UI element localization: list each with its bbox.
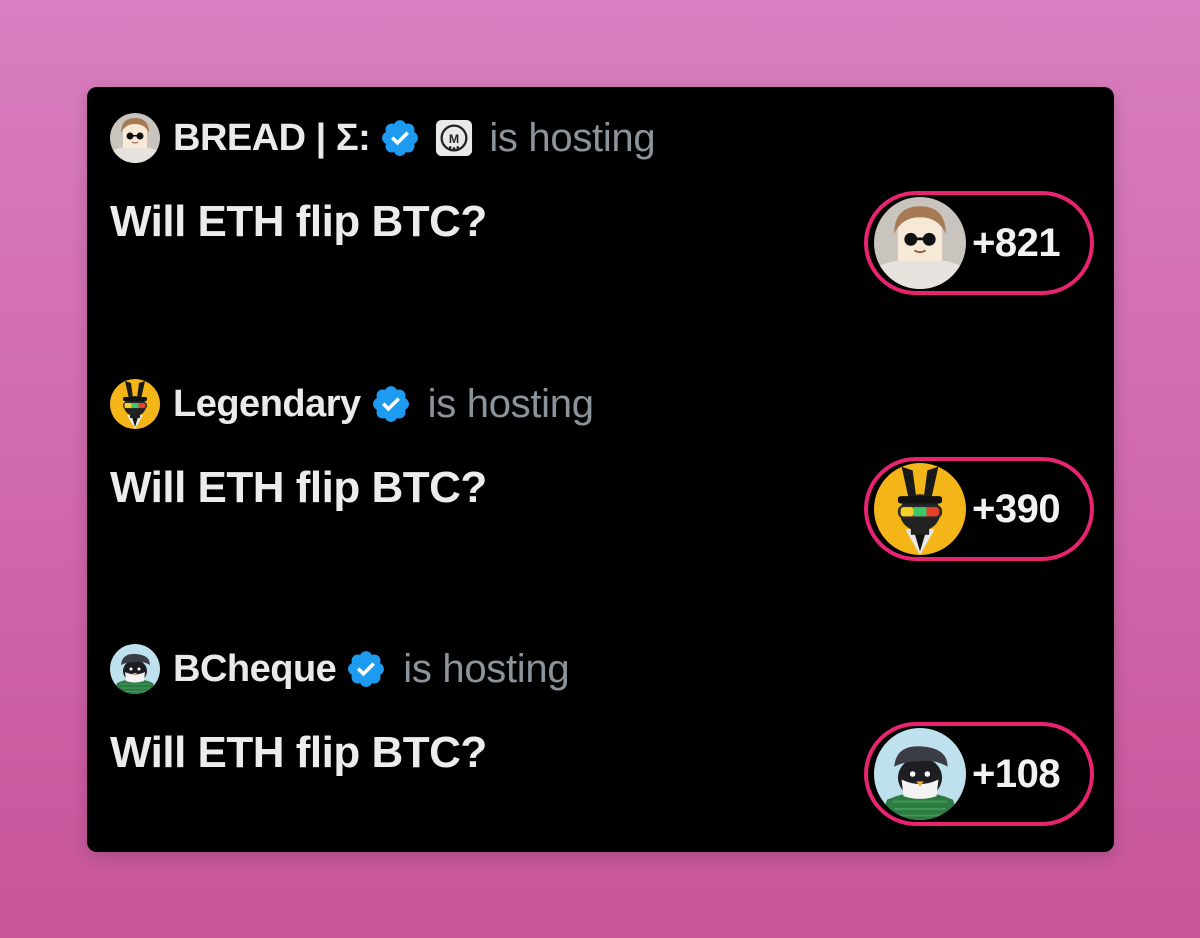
host-row: BCheque is hosting [110,643,570,695]
penguin-avatar-icon [874,728,966,820]
space-item[interactable]: BCheque is hosting Will ETH flip BTC? +1… [87,618,1114,882]
host-name[interactable]: BCheque [173,648,337,691]
listener-count: +821 [972,220,1061,265]
space-title[interactable]: Will ETH flip BTC? [110,463,487,513]
bread-avatar-icon [874,197,966,289]
space-title[interactable]: Will ETH flip BTC? [110,728,487,778]
space-title[interactable]: Will ETH flip BTC? [110,197,487,247]
bunny-avatar-icon [874,463,966,555]
verified-badge-icon [345,648,387,690]
hosting-status: is hosting [427,381,594,426]
listener-count: +108 [972,751,1061,796]
spaces-card: BREAD | Σ: is hosting Will ETH flip BTC?… [87,87,1114,852]
bread-avatar-icon[interactable] [110,113,160,163]
bunny-avatar-icon[interactable] [110,379,160,429]
host-row: Legendary is hosting [110,378,594,430]
host-row: BREAD | Σ: is hosting [110,112,656,164]
affiliate-badge-icon[interactable] [435,119,473,157]
space-item[interactable]: BREAD | Σ: is hosting Will ETH flip BTC?… [87,87,1114,351]
listener-count: +390 [972,486,1061,531]
penguin-avatar-icon[interactable] [110,644,160,694]
listeners-pill[interactable]: +390 [864,457,1094,561]
host-name[interactable]: Legendary [173,383,361,426]
space-item[interactable]: Legendary is hosting Will ETH flip BTC? … [87,353,1114,617]
host-name[interactable]: BREAD | Σ: [173,117,371,160]
verified-badge-icon [379,117,421,159]
verified-badge-icon [370,383,412,425]
listeners-pill[interactable]: +821 [864,191,1094,295]
hosting-status: is hosting [403,646,570,691]
hosting-status: is hosting [489,115,656,160]
listeners-pill[interactable]: +108 [864,722,1094,826]
